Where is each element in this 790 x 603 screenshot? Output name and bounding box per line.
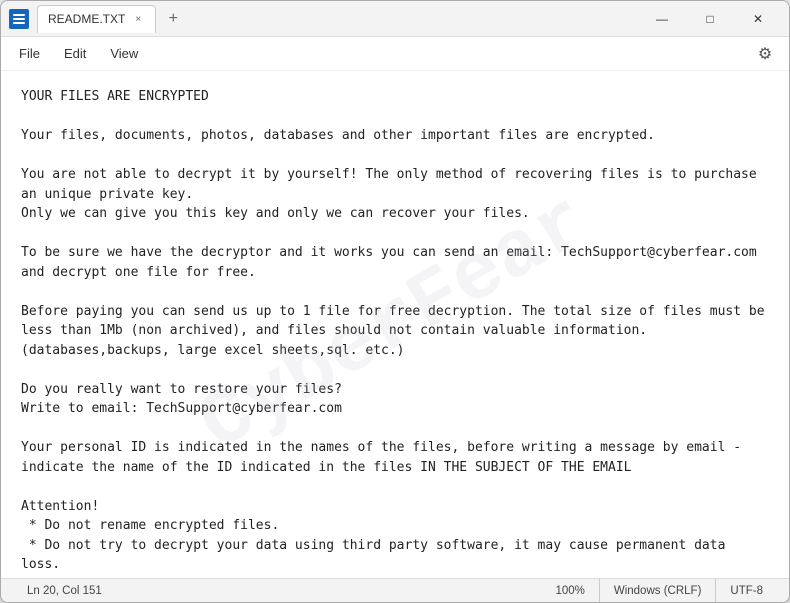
encoding[interactable]: UTF-8 [715, 579, 777, 603]
close-button[interactable]: ✕ [735, 1, 781, 37]
file-content: YOUR FILES ARE ENCRYPTED Your files, doc… [21, 87, 769, 578]
app-icon-line-3 [13, 22, 25, 24]
status-position-section: Ln 20, Col 151 [13, 579, 541, 603]
text-content-area[interactable]: CyberFear YOUR FILES ARE ENCRYPTED Your … [1, 71, 789, 578]
menu-bar-left: File Edit View [9, 42, 148, 65]
line-ending[interactable]: Windows (CRLF) [599, 579, 716, 603]
status-bar: Ln 20, Col 151 100% Windows (CRLF) UTF-8 [1, 578, 789, 602]
maximize-button[interactable]: □ [687, 1, 733, 37]
title-bar: README.TXT × + — □ ✕ [1, 1, 789, 37]
tab-close-button[interactable]: × [131, 12, 145, 26]
main-window: README.TXT × + — □ ✕ File Edit View ⚙ Cy… [0, 0, 790, 603]
tab-label: README.TXT [48, 12, 125, 26]
app-icon-lines [13, 14, 25, 24]
settings-icon[interactable]: ⚙ [749, 38, 781, 70]
menu-bar: File Edit View ⚙ [1, 37, 789, 71]
zoom-level[interactable]: 100% [541, 579, 598, 603]
app-icon-line-2 [13, 18, 25, 20]
minimize-button[interactable]: — [639, 1, 685, 37]
new-tab-button[interactable]: + [160, 6, 186, 32]
view-menu[interactable]: View [100, 42, 148, 65]
file-menu[interactable]: File [9, 42, 50, 65]
app-icon-line-1 [13, 14, 25, 16]
app-icon [9, 9, 29, 29]
status-right-section: 100% Windows (CRLF) UTF-8 [541, 579, 777, 603]
window-controls: — □ ✕ [639, 1, 781, 37]
title-bar-left: README.TXT × + [9, 5, 639, 33]
tab-bar: README.TXT × + [37, 5, 186, 33]
cursor-position: Ln 20, Col 151 [13, 579, 116, 603]
edit-menu[interactable]: Edit [54, 42, 96, 65]
active-tab[interactable]: README.TXT × [37, 5, 156, 33]
